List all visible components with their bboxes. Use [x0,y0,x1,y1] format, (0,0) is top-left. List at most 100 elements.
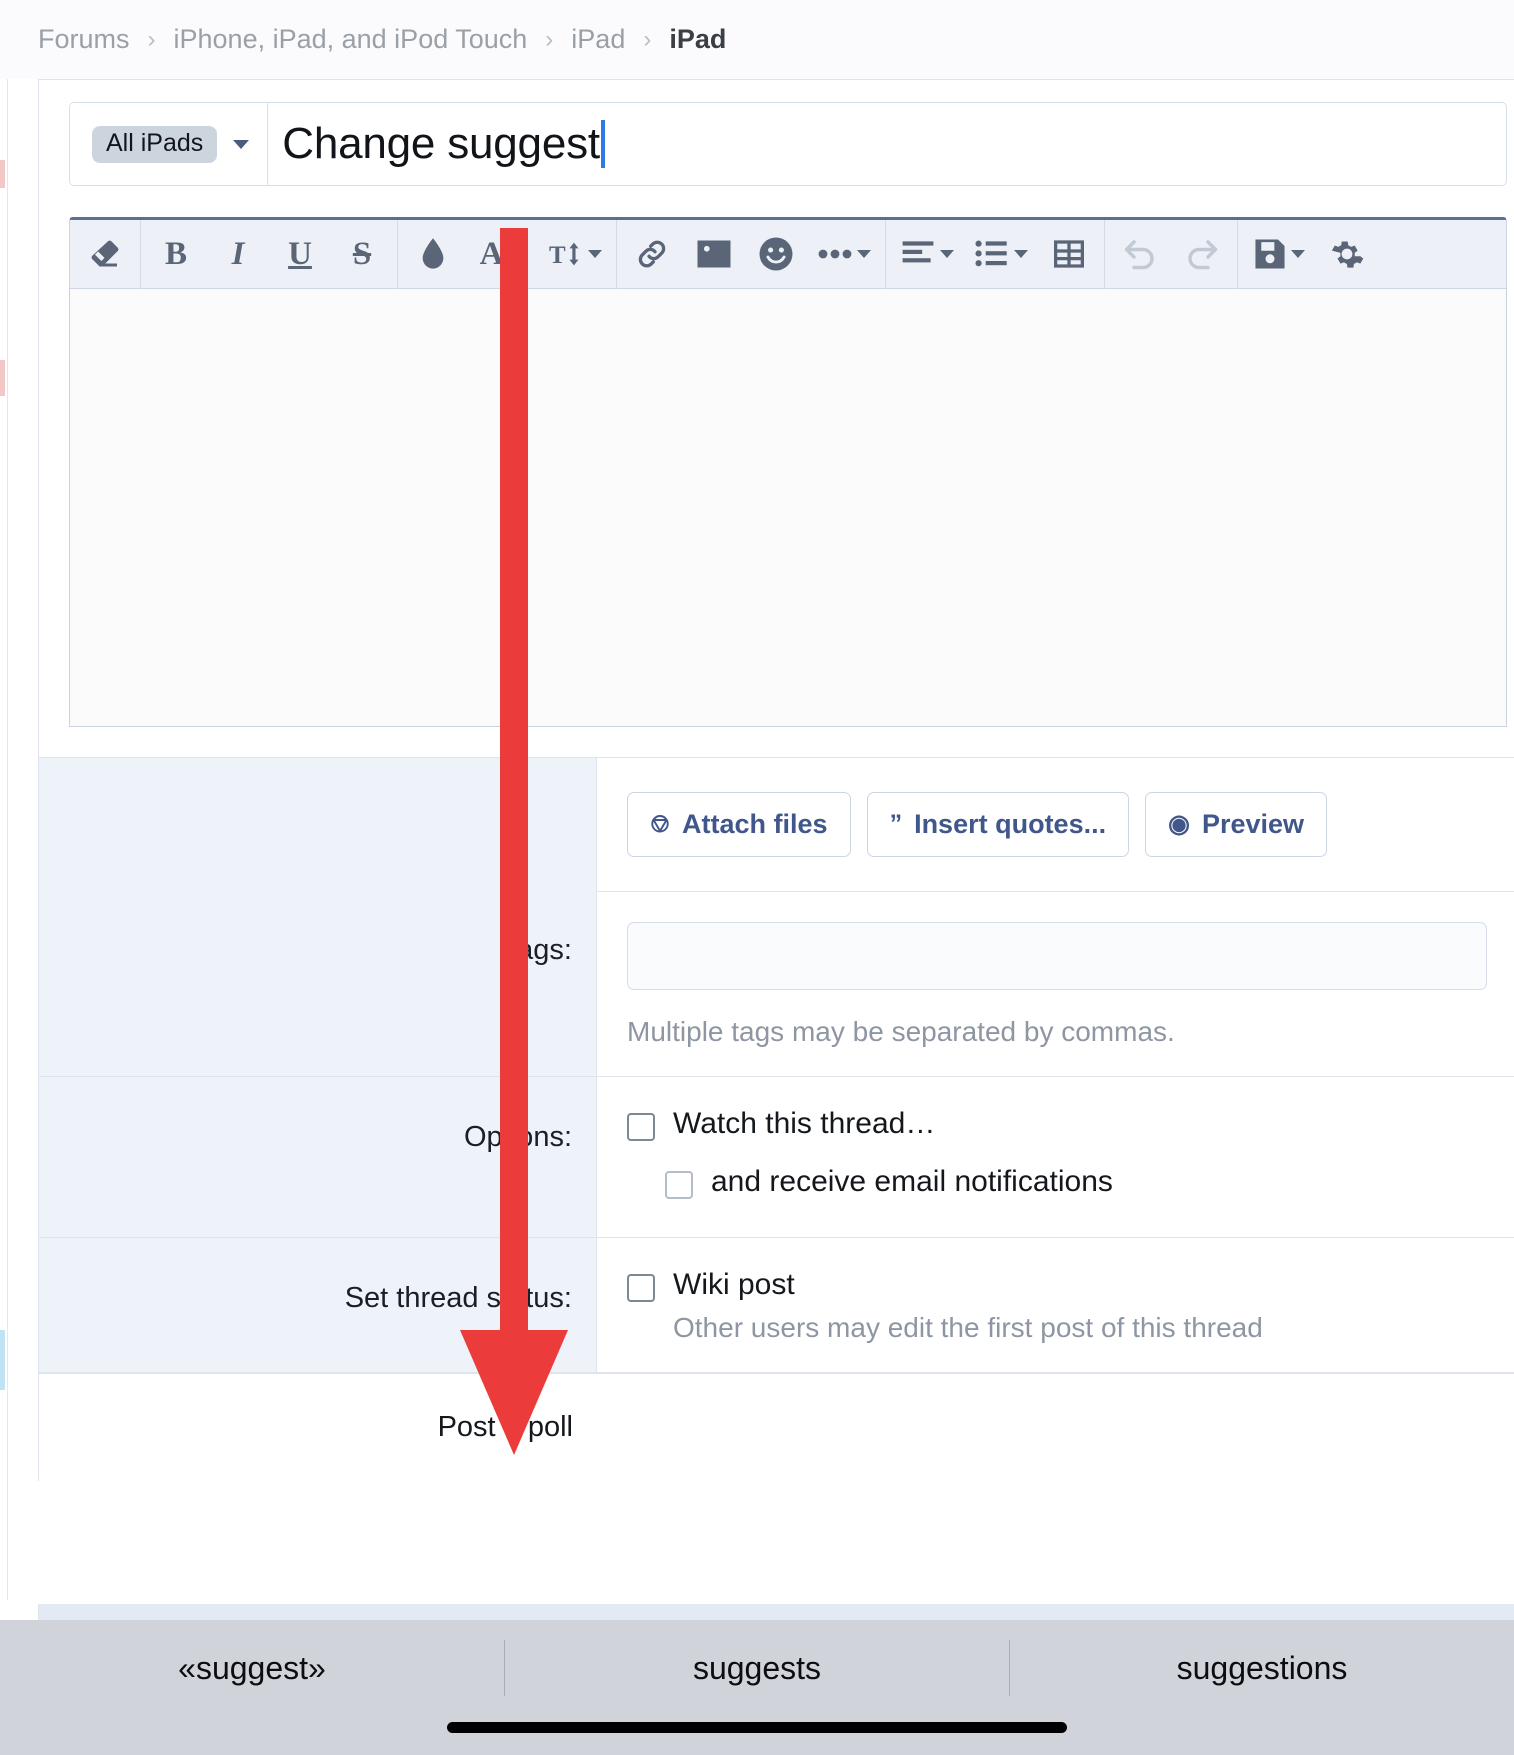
list-icon[interactable] [964,220,1038,289]
wiki-post-checkbox[interactable] [627,1274,655,1302]
form-right-column: ⎊ Attach files ” Insert quotes... ◉ Prev… [597,758,1514,892]
message-body-input[interactable] [70,289,1506,726]
watch-thread-checkbox[interactable] [627,1113,655,1141]
tags-input[interactable] [627,922,1487,990]
toolbar-separator [1237,219,1238,289]
text-cursor [600,120,605,168]
attach-files-button[interactable]: ⎊ Attach files [627,792,851,857]
toolbar-separator [1104,219,1105,289]
breadcrumb: Forums › iPhone, iPad, and iPod Touch › … [0,0,1514,79]
toolbar-group-history [1109,220,1233,288]
form-lower-section: ⎊ Attach files ” Insert quotes... ◉ Prev… [39,757,1514,892]
thread-title-value: Change suggest [282,119,600,168]
options-row: Options: Watch this thread… and receive … [39,1077,1514,1238]
prefix-chip-label: All iPads [92,125,218,163]
watch-thread-option[interactable]: Watch this thread… [627,1107,1514,1141]
thread-status-label: Set thread status: [39,1238,597,1372]
thread-status-field-body: Wiki post Other users may edit the first… [597,1238,1514,1372]
remove-formatting-icon[interactable] [74,220,136,289]
preview-button[interactable]: ◉ Preview [1145,792,1328,857]
email-notifications-option[interactable]: and receive email notifications [665,1165,1514,1199]
undo-icon[interactable] [1109,220,1171,289]
keyboard-suggestion-bar: «suggest» suggests suggestions [0,1620,1514,1755]
bold-icon[interactable]: B [145,220,207,289]
breadcrumb-separator-icon: › [643,25,652,53]
email-notifications-checkbox[interactable] [665,1171,693,1199]
toolbar-group-basic-styles: B I U S [145,220,393,288]
page-edge-accent-top [0,160,5,188]
breadcrumb-item-forums[interactable]: Forums [38,24,130,55]
keyboard-suggestion-1[interactable]: suggests [505,1620,1009,1716]
chevron-down-icon [1290,250,1305,258]
form-bottom-strip [38,1604,1514,1620]
insert-smilie-icon[interactable] [745,220,807,289]
toolbar-group-blocks [890,220,1100,288]
wiki-post-option[interactable]: Wiki post [627,1268,1514,1302]
underline-icon[interactable]: U [269,220,331,289]
form-left-gutter [39,758,597,892]
strikethrough-icon[interactable]: S [331,220,393,289]
font-family-icon[interactable]: A [464,220,538,289]
keyboard-suggestions: «suggest» suggests suggestions [0,1620,1514,1716]
message-editor: B I U S A T [69,217,1507,727]
text-align-icon[interactable] [890,220,964,289]
insert-image-icon[interactable] [683,220,745,289]
toolbar-separator [616,219,617,289]
breadcrumb-separator-icon: › [147,25,156,53]
page-edge-accent-mid [0,360,5,396]
tags-row: Tags: Multiple tags may be separated by … [39,892,1514,1077]
post-poll-row[interactable]: Post a poll [39,1373,1514,1481]
redo-icon[interactable] [1171,220,1233,289]
more-options-icon[interactable] [807,220,881,289]
toolbar-separator [885,219,886,289]
editor-settings-gear-icon[interactable] [1316,220,1378,289]
editor-action-buttons: ⎊ Attach files ” Insert quotes... ◉ Prev… [597,758,1514,892]
wiki-post-hint: Other users may edit the first post of t… [673,1312,1263,1343]
text-color-icon[interactable] [402,220,464,289]
tags-field-body: Multiple tags may be separated by commas… [597,892,1514,1076]
chevron-down-icon [587,250,602,258]
email-notifications-label: and receive email notifications [711,1165,1113,1198]
chevron-down-icon [233,139,250,149]
breadcrumb-separator-icon: › [545,25,554,53]
chevron-down-icon [856,250,871,258]
chevron-down-icon [508,250,523,258]
thread-title-row: All iPads Change suggest [69,102,1507,186]
toolbar-group-insert [621,220,881,288]
insert-quotes-label: Insert quotes... [914,809,1107,839]
chevron-down-icon [1013,250,1028,258]
paperclip-icon: ⎊ [650,810,671,838]
svg-text:T: T [549,242,566,269]
chevron-down-icon [939,250,954,258]
preview-label: Preview [1201,809,1305,839]
new-thread-form: All iPads Change suggest B I U S A T ⎊ A… [38,79,1514,1481]
quote-icon: ” [889,810,903,838]
toolbar-group-formatting-clear [74,220,136,288]
attach-files-label: Attach files [682,809,828,839]
post-poll-label: Post a poll [437,1411,573,1443]
tags-label: Tags: [39,892,597,1076]
options-label: Options: [39,1077,597,1237]
drafts-icon[interactable] [1242,220,1316,289]
thread-prefix-selector[interactable]: All iPads [70,103,269,185]
thread-title-input[interactable]: Change suggest [268,103,1506,185]
screen-root: Forums › iPhone, iPad, and iPod Touch › … [0,0,1514,1755]
breadcrumb-item-iphone-ipad-ipod[interactable]: iPhone, iPad, and iPod Touch [174,24,528,55]
eye-icon: ◉ [1168,810,1190,838]
keyboard-suggestion-0[interactable]: «suggest» [0,1620,504,1716]
insert-table-icon[interactable] [1038,220,1100,289]
options-field-body: Watch this thread… and receive email not… [597,1077,1514,1237]
font-size-icon[interactable]: T [538,220,612,289]
toolbar-group-text-appearance: A T [402,220,612,288]
italic-icon[interactable]: I [207,220,269,289]
breadcrumb-item-ipad[interactable]: iPad [571,24,625,55]
editor-toolbar: B I U S A T [70,219,1506,289]
toolbar-separator [140,219,141,289]
toolbar-separator [397,219,398,289]
insert-link-icon[interactable] [621,220,683,289]
insert-quotes-button[interactable]: ” Insert quotes... [866,792,1130,857]
home-indicator[interactable] [447,1722,1067,1733]
keyboard-suggestion-2[interactable]: suggestions [1010,1620,1514,1716]
wiki-post-label: Wiki post [673,1268,795,1301]
tags-hint: Multiple tags may be separated by commas… [627,1016,1175,1047]
